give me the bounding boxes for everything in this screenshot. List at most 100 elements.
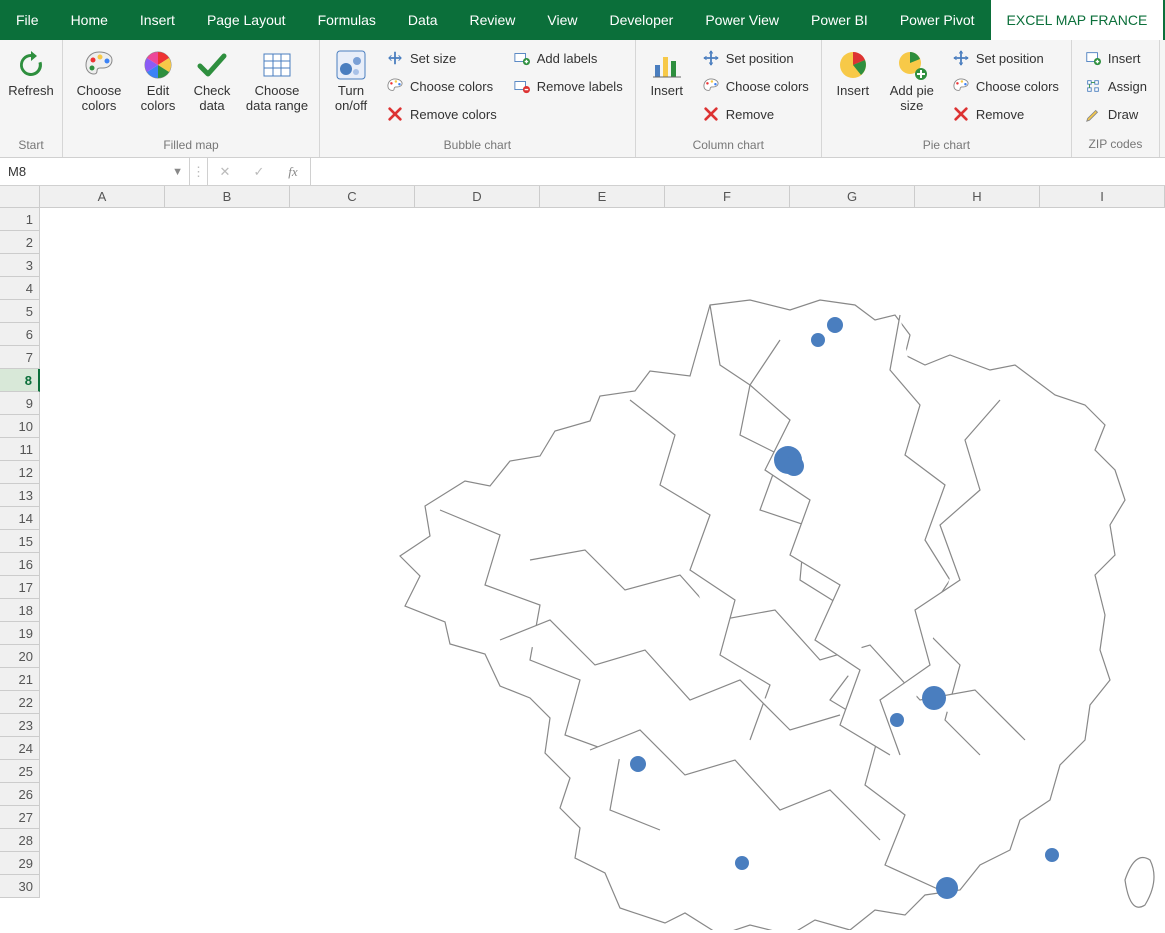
accept-icon[interactable]: ✓: [242, 158, 276, 185]
turn-onoff-button[interactable]: Turn on/off: [326, 44, 376, 138]
column-remove-button[interactable]: Remove: [696, 102, 815, 126]
tab-power-pivot[interactable]: Power Pivot: [884, 0, 991, 40]
row-header-14[interactable]: 14: [0, 507, 40, 530]
column-header-A[interactable]: A: [40, 186, 165, 208]
row-header-13[interactable]: 13: [0, 484, 40, 507]
column-choose-colors-button[interactable]: Choose colors: [696, 74, 815, 98]
map-bubble[interactable]: [827, 317, 843, 333]
group-column-chart: Insert Set position Choose colors Remove…: [636, 40, 822, 157]
row-header-21[interactable]: 21: [0, 668, 40, 691]
tab-power-bi[interactable]: Power BI: [795, 0, 884, 40]
row-header-23[interactable]: 23: [0, 714, 40, 737]
row-header-4[interactable]: 4: [0, 277, 40, 300]
row-header-6[interactable]: 6: [0, 323, 40, 346]
zip-assign-button[interactable]: Assign: [1078, 74, 1153, 98]
row-header-24[interactable]: 24: [0, 737, 40, 760]
map-bubble[interactable]: [811, 333, 825, 347]
tab-home[interactable]: Home: [55, 0, 124, 40]
row-header-22[interactable]: 22: [0, 691, 40, 714]
column-insert-button[interactable]: Insert: [642, 44, 692, 138]
row-header-20[interactable]: 20: [0, 645, 40, 668]
row-header-3[interactable]: 3: [0, 254, 40, 277]
add-labels-button[interactable]: Add labels: [507, 46, 629, 70]
group-zip-label: ZIP codes: [1072, 137, 1159, 157]
map-bubble[interactable]: [735, 856, 749, 870]
set-size-button[interactable]: Set size: [380, 46, 503, 70]
map-bubble[interactable]: [784, 456, 804, 476]
tab-developer[interactable]: Developer: [594, 0, 690, 40]
map-bubble[interactable]: [936, 877, 958, 899]
map-bubble[interactable]: [1045, 848, 1059, 862]
row-header-15[interactable]: 15: [0, 530, 40, 553]
palette-icon: [82, 48, 116, 82]
zip-draw-button[interactable]: Draw: [1078, 102, 1153, 126]
tab-power-view[interactable]: Power View: [689, 0, 795, 40]
remove-colors-button[interactable]: Remove colors: [380, 102, 503, 126]
map-bubble[interactable]: [890, 713, 904, 727]
row-header-16[interactable]: 16: [0, 553, 40, 576]
tab-page-layout[interactable]: Page Layout: [191, 0, 302, 40]
tab-excel-map-france[interactable]: EXCEL MAP FRANCE: [991, 0, 1164, 40]
row-header-5[interactable]: 5: [0, 300, 40, 323]
row-header-7[interactable]: 7: [0, 346, 40, 369]
column-header-G[interactable]: G: [790, 186, 915, 208]
row-header-30[interactable]: 30: [0, 875, 40, 898]
chevron-down-icon[interactable]: ▼: [172, 166, 183, 178]
row-header-8[interactable]: 8: [0, 369, 40, 392]
tab-file[interactable]: File: [0, 0, 55, 40]
bubble-choose-colors-button[interactable]: Choose colors: [380, 74, 503, 98]
fx-icon[interactable]: fx: [276, 158, 310, 185]
france-map-chart[interactable]: [380, 280, 1165, 930]
column-header-D[interactable]: D: [415, 186, 540, 208]
tab-data[interactable]: Data: [392, 0, 454, 40]
row-header-29[interactable]: 29: [0, 852, 40, 875]
cells-area[interactable]: [40, 208, 1165, 927]
row-header-10[interactable]: 10: [0, 415, 40, 438]
column-header-I[interactable]: I: [1040, 186, 1165, 208]
row-header-19[interactable]: 19: [0, 622, 40, 645]
column-header-F[interactable]: F: [665, 186, 790, 208]
column-header-B[interactable]: B: [165, 186, 290, 208]
edit-colors-button[interactable]: Edit colors: [133, 44, 183, 138]
row-header-28[interactable]: 28: [0, 829, 40, 852]
formula-input[interactable]: [310, 158, 1165, 185]
pie-insert-button[interactable]: Insert: [828, 44, 878, 138]
choose-data-range-button[interactable]: Choose data range: [241, 44, 313, 138]
tab-review[interactable]: Review: [454, 0, 532, 40]
add-pie-size-button[interactable]: Add pie size: [882, 44, 942, 138]
column-header-E[interactable]: E: [540, 186, 665, 208]
row-header-1[interactable]: 1: [0, 208, 40, 231]
row-header-11[interactable]: 11: [0, 438, 40, 461]
zip-insert-button[interactable]: Insert: [1078, 46, 1153, 70]
pie-set-position-button[interactable]: Set position: [946, 46, 1065, 70]
refresh-button[interactable]: Refresh: [6, 44, 56, 138]
row-header-17[interactable]: 17: [0, 576, 40, 599]
choose-colors-button[interactable]: Choose colors: [69, 44, 129, 138]
row-header-27[interactable]: 27: [0, 806, 40, 829]
remove-labels-button[interactable]: Remove labels: [507, 74, 629, 98]
row-header-12[interactable]: 12: [0, 461, 40, 484]
cancel-icon[interactable]: ✕: [208, 158, 242, 185]
map-bubble[interactable]: [630, 756, 646, 772]
spreadsheet-grid[interactable]: ABCDEFGHI 123456789101112131415161718192…: [0, 186, 1165, 927]
formula-bar-expand[interactable]: ⋮: [190, 158, 208, 185]
column-set-position-button[interactable]: Set position: [696, 46, 815, 70]
tab-formulas[interactable]: Formulas: [302, 0, 392, 40]
row-header-25[interactable]: 25: [0, 760, 40, 783]
row-header-26[interactable]: 26: [0, 783, 40, 806]
row-header-2[interactable]: 2: [0, 231, 40, 254]
tab-insert[interactable]: Insert: [124, 0, 191, 40]
name-box[interactable]: M8 ▼: [0, 158, 190, 185]
check-icon: [195, 48, 229, 82]
pie-choose-colors-button[interactable]: Choose colors: [946, 74, 1065, 98]
select-all-corner[interactable]: [0, 186, 40, 208]
pie-remove-button[interactable]: Remove: [946, 102, 1065, 126]
row-header-18[interactable]: 18: [0, 599, 40, 622]
check-data-button[interactable]: Check data: [187, 44, 237, 138]
group-column-label: Column chart: [636, 138, 821, 157]
map-bubble[interactable]: [922, 686, 946, 710]
column-header-C[interactable]: C: [290, 186, 415, 208]
row-header-9[interactable]: 9: [0, 392, 40, 415]
column-header-H[interactable]: H: [915, 186, 1040, 208]
tab-view[interactable]: View: [531, 0, 593, 40]
